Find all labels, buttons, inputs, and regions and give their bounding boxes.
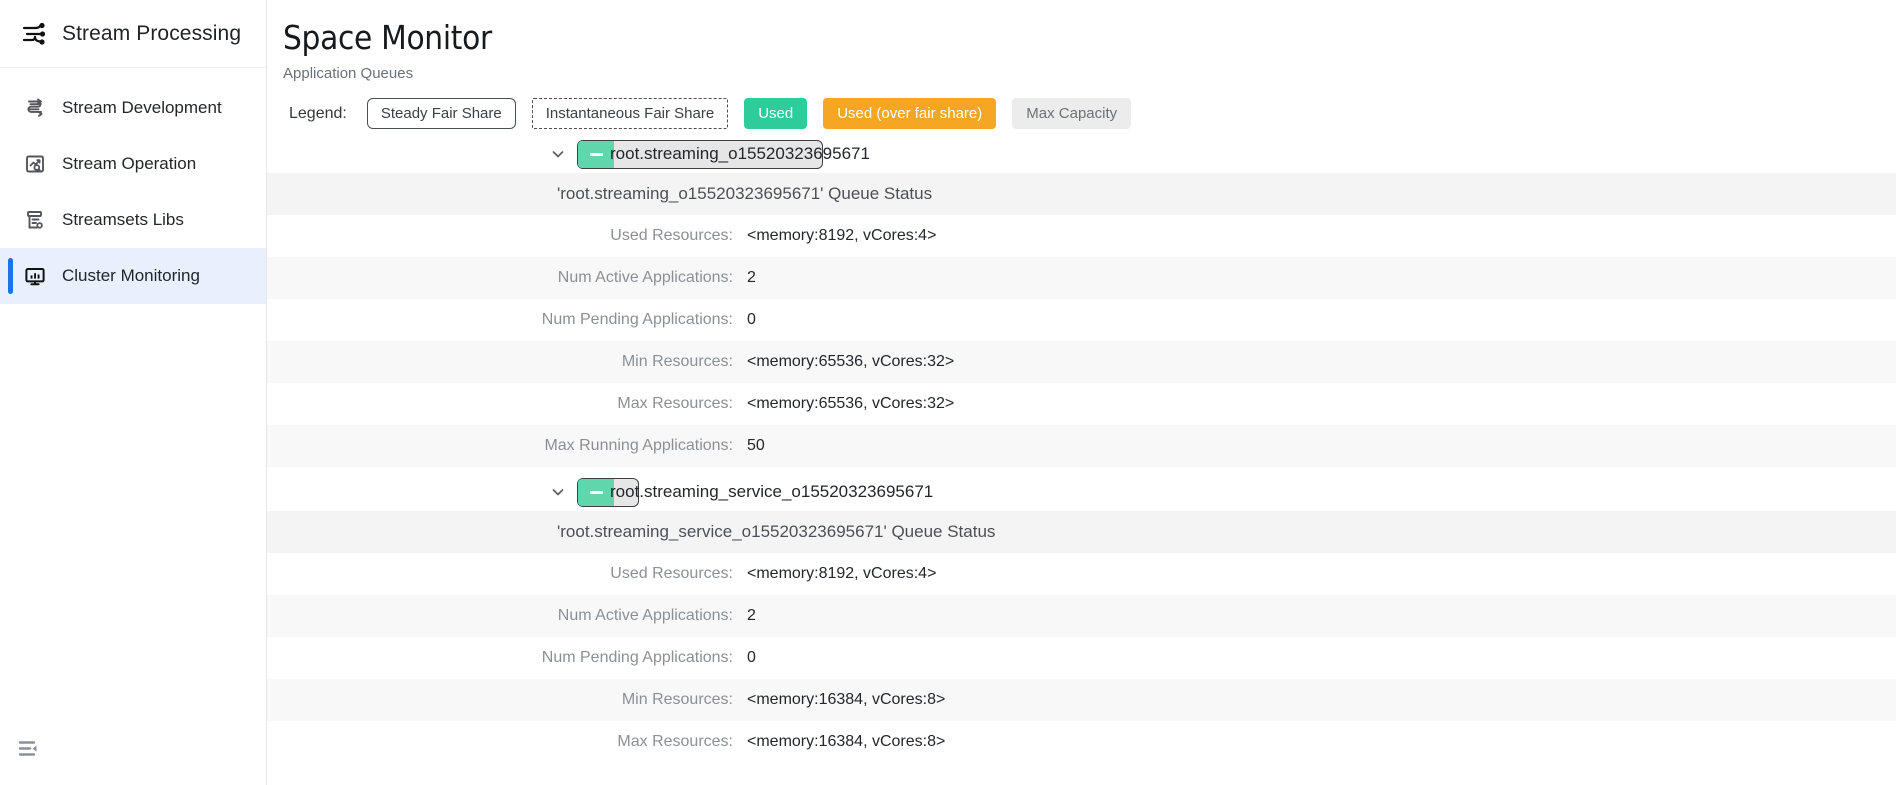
queue-block: root.streaming_o15520323695671 'root.stre… [267,135,1896,467]
sidebar-brand-label: Stream Processing [62,22,241,46]
queue-status-value: 50 [747,437,765,455]
queue-status-key: Min Resources: [267,691,747,709]
collapse-sidebar-icon[interactable] [18,735,52,763]
queue-list: root.streaming_o15520323695671 'root.stre… [267,135,1896,763]
queue-status-value: <memory:16384, vCores:8> [747,691,945,709]
queue-used-segment [578,479,614,506]
queue-status-value: 0 [747,649,756,667]
sidebar-item-streamsets-libs[interactable]: Streamsets Libs [0,192,266,248]
queue-used-segment [578,141,614,168]
sidebar-item-label: Stream Operation [62,154,196,174]
sidebar-item-label: Cluster Monitoring [62,266,200,286]
legend-chip-instantaneous-fair-share[interactable]: Instantaneous Fair Share [532,98,728,129]
queue-status-title: 'root.streaming_service_o15520323695671'… [267,511,1896,553]
sidebar: Stream Processing Stream Development [0,0,267,785]
queue-status-key: Num Pending Applications: [267,649,747,667]
queue-status-value: <memory:65536, vCores:32> [747,353,954,371]
sidebar-item-label: Stream Development [62,98,222,118]
queue-status-key: Num Active Applications: [267,607,747,625]
minus-icon [590,491,603,494]
queue-status-row: Max Resources:<memory:16384, vCores:8> [267,721,1896,763]
queue-capacity-bar[interactable]: root.streaming_service_o15520323695671 [577,478,639,507]
page-title: Space Monitor [283,18,1896,58]
queue-status-row: Num Active Applications:2 [267,257,1896,299]
queue-status-key: Min Resources: [267,353,747,371]
chevron-down-icon[interactable] [549,145,567,163]
stream-operation-icon [18,152,52,176]
queue-status-key: Used Resources: [267,227,747,245]
queue-status-row: Num Pending Applications:0 [267,299,1896,341]
queue-status-row: Used Resources:<memory:8192, vCores:4> [267,215,1896,257]
page-subtitle: Application Queues [283,64,1896,84]
queue-status-value: 0 [747,311,756,329]
sidebar-item-stream-operation[interactable]: Stream Operation [0,136,266,192]
queue-status-value: <memory:65536, vCores:32> [747,395,954,413]
legend-label: Legend: [289,105,347,123]
queue-name-label: root.streaming_service_o15520323695671 [610,482,933,502]
queue-capacity-bar[interactable]: root.streaming_o15520323695671 [577,140,823,169]
legend-chip-steady-fair-share[interactable]: Steady Fair Share [367,98,516,129]
queue-status-value: <memory:8192, vCores:4> [747,227,936,245]
queue-bar-row: root.streaming_o15520323695671 [267,135,1896,173]
sidebar-nav: Stream Development Stream Operation [0,68,266,304]
queue-status-value: 2 [747,269,756,287]
main-content: Space Monitor Application Queues Legend:… [267,0,1896,785]
queue-status-row: Used Resources:<memory:8192, vCores:4> [267,553,1896,595]
streamsets-libs-icon [18,208,52,232]
minus-icon [590,153,603,156]
queue-status-row: Max Resources:<memory:65536, vCores:32> [267,383,1896,425]
queue-status-row: Num Pending Applications:0 [267,637,1896,679]
queue-status-value: <memory:8192, vCores:4> [747,565,936,583]
queue-block: root.streaming_service_o15520323695671 'r… [267,473,1896,763]
legend-chip-used-over-fair-share[interactable]: Used (over fair share) [823,98,996,129]
stream-development-icon [18,96,52,120]
sidebar-item-stream-development[interactable]: Stream Development [0,80,266,136]
cluster-monitoring-icon [18,264,52,288]
legend: Legend: Steady Fair Share Instantaneous … [289,98,1896,129]
legend-chip-used[interactable]: Used [744,98,807,129]
sidebar-brand[interactable]: Stream Processing [0,0,266,68]
chevron-down-icon[interactable] [549,483,567,501]
queue-status-row: Num Active Applications:2 [267,595,1896,637]
queue-status-row: Max Running Applications:50 [267,425,1896,467]
app-root: Stream Processing Stream Development [0,0,1896,785]
queue-status-key: Max Running Applications: [267,437,747,455]
queue-status-value: <memory:16384, vCores:8> [747,733,945,751]
page-header: Space Monitor Application Queues [267,0,1896,84]
sidebar-item-label: Streamsets Libs [62,210,184,230]
stream-processing-icon [18,22,52,46]
legend-chip-max-capacity[interactable]: Max Capacity [1012,98,1131,129]
sidebar-item-cluster-monitoring[interactable]: Cluster Monitoring [0,248,266,304]
queue-status-key: Num Pending Applications: [267,311,747,329]
queue-status-value: 2 [747,607,756,625]
queue-status-title: 'root.streaming_o15520323695671' Queue S… [267,173,1896,215]
queue-status-key: Max Resources: [267,395,747,413]
queue-status-row: Min Resources:<memory:65536, vCores:32> [267,341,1896,383]
queue-bar-row: root.streaming_service_o15520323695671 [267,473,1896,511]
queue-status-key: Max Resources: [267,733,747,751]
queue-status-key: Num Active Applications: [267,269,747,287]
queue-status-row: Min Resources:<memory:16384, vCores:8> [267,679,1896,721]
queue-name-label: root.streaming_o15520323695671 [610,144,870,164]
queue-status-key: Used Resources: [267,565,747,583]
